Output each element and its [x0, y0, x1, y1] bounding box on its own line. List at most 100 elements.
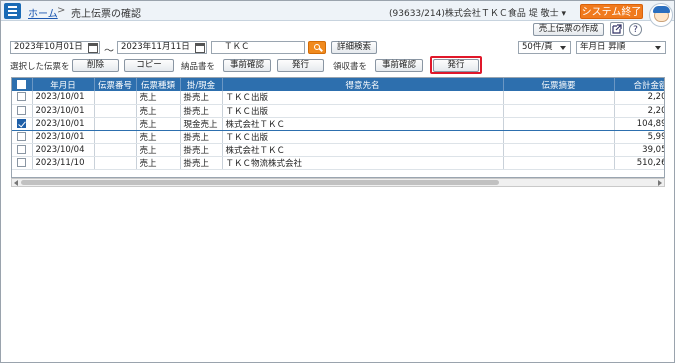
- cell-total: 510,26: [614, 156, 664, 170]
- cell-pay: 掛売上: [180, 143, 223, 157]
- cell-date: 2023/11/10: [32, 156, 95, 170]
- breadcrumb-separator: >: [57, 5, 66, 16]
- row-checkbox[interactable]: [12, 104, 33, 118]
- cell-type: 売上: [136, 130, 181, 144]
- user-menu[interactable]: (93633/214)株式会社ＴＫＣ食品 堤 敬士 ▾: [389, 6, 566, 19]
- detail-search-button[interactable]: 詳細検索: [331, 41, 377, 54]
- cell-type: 売上: [136, 156, 181, 170]
- date-from-field[interactable]: 2023年10月01日: [10, 41, 100, 54]
- system-exit-button[interactable]: システム終了: [580, 4, 643, 19]
- calendar-icon[interactable]: [88, 43, 98, 53]
- cell-no: [94, 156, 137, 170]
- col-slip-type[interactable]: 伝票種類: [136, 78, 181, 91]
- cell-customer: ＴＫＣ出版: [222, 104, 504, 118]
- hamburger-menu-icon[interactable]: [4, 3, 21, 19]
- cell-no: [94, 130, 137, 144]
- row-checkbox[interactable]: [12, 130, 33, 144]
- cell-total: 2,20: [614, 104, 664, 118]
- table-row[interactable]: 2023/10/01 売上 掛売上 ＴＫＣ出版 2,20: [12, 91, 664, 105]
- top-bar: ホーム > 売上伝票の確認 (93633/214)株式会社ＴＫＣ食品 堤 敬士 …: [1, 1, 674, 21]
- receipt-label: 領収書を: [333, 62, 368, 72]
- table-row[interactable]: 2023/10/04 売上 掛売上 株式会社ＴＫＣ 39,05: [12, 143, 664, 157]
- cell-pay: 掛売上: [180, 156, 223, 170]
- delivery-preview-button[interactable]: 事前確認: [223, 59, 271, 72]
- calendar-icon[interactable]: [195, 43, 205, 53]
- cell-total: 2,20: [614, 91, 664, 105]
- cell-pay: 現金売上: [180, 116, 223, 131]
- col-total[interactable]: 合計金額: [614, 78, 664, 91]
- scroll-right-icon[interactable]: [658, 180, 662, 186]
- chevron-down-icon: [560, 46, 566, 50]
- col-memo[interactable]: 伝票摘要: [503, 78, 615, 91]
- col-customer[interactable]: 得意先名: [222, 78, 504, 91]
- cell-date: 2023/10/01: [32, 116, 95, 131]
- external-link-icon[interactable]: [610, 22, 624, 36]
- cell-no: [94, 91, 137, 105]
- cell-memo: [503, 104, 615, 118]
- select-all-checkbox[interactable]: [12, 78, 33, 91]
- cell-customer: ＴＫＣ出版: [222, 91, 504, 105]
- cell-date: 2023/10/01: [32, 91, 95, 105]
- row-checkbox[interactable]: [12, 143, 33, 157]
- chevron-down-icon: [655, 46, 661, 50]
- horizontal-scrollbar[interactable]: [11, 178, 665, 187]
- cell-type: 売上: [136, 91, 181, 105]
- cell-total: 39,05: [614, 143, 664, 157]
- col-slip-number[interactable]: 伝票番号: [94, 78, 137, 91]
- search-button[interactable]: [308, 41, 326, 54]
- cell-total: 5,99: [614, 130, 664, 144]
- cell-memo: [503, 143, 615, 157]
- cell-type: 売上: [136, 104, 181, 118]
- cell-memo: [503, 130, 615, 144]
- create-slip-button[interactable]: 売上伝票の作成: [533, 23, 604, 36]
- cell-date: 2023/10/01: [32, 130, 95, 144]
- cell-total: 104,89: [614, 116, 664, 131]
- cell-type: 売上: [136, 116, 181, 131]
- cell-customer: ＴＫＣ出版: [222, 130, 504, 144]
- help-icon[interactable]: ?: [629, 23, 642, 36]
- slip-table: 年月日 伝票番号 伝票種類 掛/現金 得意先名 伝票摘要 合計金額 2023/1…: [11, 77, 665, 178]
- cell-pay: 掛売上: [180, 104, 223, 118]
- range-separator: 〜: [104, 46, 114, 57]
- delivery-note-label: 納品書を: [181, 62, 216, 72]
- row-checkbox[interactable]: [12, 91, 33, 105]
- sort-select[interactable]: 年月日 昇順: [576, 41, 666, 54]
- cell-date: 2023/10/04: [32, 143, 95, 157]
- date-to-field[interactable]: 2023年11月11日: [117, 41, 207, 54]
- per-page-select[interactable]: 50件/頁: [518, 41, 571, 54]
- row-checkbox[interactable]: [12, 116, 33, 131]
- delete-button[interactable]: 削除: [72, 59, 119, 72]
- cell-customer: ＴＫＣ物流株式会社: [222, 156, 504, 170]
- breadcrumb-home-link[interactable]: ホーム: [28, 5, 58, 20]
- cell-pay: 掛売上: [180, 91, 223, 105]
- cell-memo: [503, 116, 615, 131]
- table-row-selected[interactable]: 2023/10/01 売上 現金売上 株式会社ＴＫＣ 104,89: [12, 116, 664, 131]
- avatar[interactable]: [649, 3, 673, 27]
- selected-slips-label: 選択した伝票を: [10, 62, 70, 72]
- table-row[interactable]: 2023/10/01 売上 掛売上 ＴＫＣ出版 2,20: [12, 104, 664, 118]
- delivery-issue-button[interactable]: 発行: [277, 59, 324, 72]
- scroll-left-icon[interactable]: [14, 180, 18, 186]
- page-title: 売上伝票の確認: [71, 9, 141, 20]
- cell-memo: [503, 91, 615, 105]
- cell-no: [94, 104, 137, 118]
- table-row[interactable]: 2023/10/01 売上 掛売上 ＴＫＣ出版 5,99: [12, 130, 664, 144]
- cell-type: 売上: [136, 143, 181, 157]
- cell-no: [94, 143, 137, 157]
- col-payment[interactable]: 掛/現金: [180, 78, 223, 91]
- cell-date: 2023/10/01: [32, 104, 95, 118]
- receipt-issue-button[interactable]: 発行: [433, 59, 479, 72]
- keyword-input[interactable]: ＴＫＣ: [211, 41, 305, 54]
- copy-button[interactable]: コピー: [124, 59, 174, 72]
- receipt-preview-button[interactable]: 事前確認: [375, 59, 423, 72]
- table-row[interactable]: 2023/11/10 売上 掛売上 ＴＫＣ物流株式会社 510,26: [12, 156, 664, 170]
- scrollbar-thumb[interactable]: [21, 180, 499, 185]
- row-checkbox[interactable]: [12, 156, 33, 170]
- col-date[interactable]: 年月日: [32, 78, 95, 91]
- table-header-row: 年月日 伝票番号 伝票種類 掛/現金 得意先名 伝票摘要 合計金額: [12, 78, 664, 91]
- cell-memo: [503, 156, 615, 170]
- cell-no: [94, 116, 137, 131]
- cell-customer: 株式会社ＴＫＣ: [222, 143, 504, 157]
- cell-pay: 掛売上: [180, 130, 223, 144]
- cell-customer: 株式会社ＴＫＣ: [222, 116, 504, 131]
